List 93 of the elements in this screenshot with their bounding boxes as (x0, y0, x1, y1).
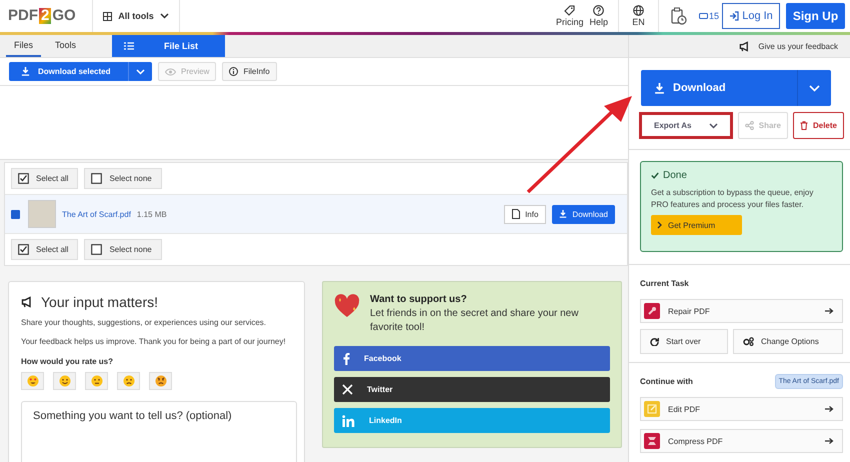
feedback-text: Your feedback helps us improve. Thank you for being a part of our journey! (21, 336, 287, 348)
message-field[interactable]: Something you want to tell us? (optional) (21, 401, 297, 462)
emoji-face-icon (58, 375, 70, 387)
download-icon (654, 82, 665, 94)
file-info-button[interactable]: FileInfo (222, 62, 277, 81)
linkedin-icon (342, 414, 355, 426)
help-link[interactable]: Help (589, 5, 608, 27)
gears-icon (743, 337, 754, 346)
heart-icon (334, 294, 360, 318)
wrench-icon (644, 303, 660, 319)
edit-icon (644, 401, 660, 417)
list-icon (124, 42, 134, 50)
download-icon (559, 210, 568, 218)
signup-button[interactable]: Sign Up (786, 3, 845, 29)
checked-box-icon (18, 244, 29, 255)
tab[interactable]: Tools (47, 35, 84, 57)
download-button[interactable]: Download (552, 204, 615, 224)
tag-icon (564, 5, 576, 16)
x-logo-icon (342, 384, 353, 395)
empty-box-icon (91, 173, 102, 184)
delete-button[interactable]: Delete (792, 112, 844, 139)
info-button[interactable]: Info (504, 204, 546, 224)
ticket-icon (698, 13, 708, 19)
share-icon (744, 121, 754, 130)
megaphone-icon (21, 296, 33, 308)
get-premium-button[interactable]: Get Premium (651, 215, 742, 235)
tab[interactable]: Files (6, 35, 42, 57)
arrow-right-icon (825, 307, 834, 315)
chevron-down-icon (160, 13, 169, 19)
compress-icon (644, 433, 660, 449)
emoji-face-icon (122, 375, 134, 387)
credits-counter: 15 (698, 0, 722, 32)
file-checkbox[interactable] (11, 210, 20, 218)
pricing-link[interactable]: Pricing (556, 5, 584, 27)
rating-button[interactable] (21, 372, 44, 390)
support-title: Want to support us? (370, 294, 468, 305)
eye-icon (165, 68, 176, 76)
chevron-down-icon (809, 84, 820, 92)
start-over-button[interactable]: Start over (640, 329, 728, 354)
feedback-title: Your input matters! (41, 294, 158, 310)
arrow-right-icon (825, 437, 834, 445)
megaphone-icon (739, 40, 750, 52)
chevron-down-icon (708, 122, 718, 128)
chevron-right-icon (657, 221, 662, 229)
export-as-dropdown[interactable]: Export As (639, 112, 733, 139)
checked-box-icon (18, 173, 29, 184)
compress-pdf-button[interactable]: Compress PDF (640, 429, 843, 453)
facebook-icon (342, 352, 350, 365)
select-none-button[interactable]: Select none (84, 239, 162, 260)
section-heading: Continue with (640, 376, 693, 386)
section-heading: Current Task (640, 278, 689, 288)
rating-label: How would you rate us? (21, 357, 114, 366)
file-thumbnail (28, 200, 56, 228)
chevron-down-icon (136, 68, 145, 74)
current-task-button[interactable]: Repair PDF (640, 299, 843, 323)
change-options-button[interactable]: Change Options (733, 329, 843, 354)
trash-icon (800, 121, 808, 130)
empty-box-icon (91, 244, 102, 255)
rating-button[interactable] (149, 372, 172, 390)
edit-pdf-button[interactable]: Edit PDF (640, 397, 843, 421)
document-icon (512, 209, 520, 219)
grid-icon (103, 12, 112, 20)
login-button[interactable]: Log In (722, 3, 780, 29)
clipboard-clock-icon (670, 7, 687, 25)
arrow-right-icon (825, 405, 834, 413)
file-name[interactable]: The Art of Scarf.pdf (62, 210, 131, 218)
redo-icon (650, 337, 659, 346)
help-icon (593, 5, 604, 16)
feedback-text: Share your thoughts, suggestions, or experiences using our services. (21, 317, 268, 329)
file-list-tab[interactable]: File List (112, 35, 226, 57)
emoji-face-icon (90, 375, 102, 387)
rating-button[interactable] (85, 372, 108, 390)
select-none-button[interactable]: Select none (84, 168, 162, 189)
twitter-share-button[interactable]: Twitter (334, 377, 610, 402)
download-button[interactable]: Download (641, 70, 831, 106)
file-size: 1.15 MB (136, 210, 167, 218)
support-text: Let friends in on the secret and share your new favorite tool! (370, 307, 580, 335)
rating-button[interactable] (117, 372, 140, 390)
rating-button[interactable] (53, 372, 76, 390)
globe-icon (632, 5, 644, 16)
status-title: Done (663, 170, 687, 181)
select-all-button[interactable]: Select all (11, 239, 78, 260)
download-icon (21, 67, 30, 76)
file-row[interactable]: The Art of Scarf.pdf 1.15 MB Info Download (5, 194, 627, 234)
status-text: Get a subscription to bypass the queue, enjoy PRO features and process your files faster. (651, 187, 814, 211)
info-icon (229, 67, 238, 76)
emoji-face-icon (154, 375, 166, 387)
download-selected-button[interactable]: Download selected (9, 62, 152, 81)
login-icon (729, 11, 740, 21)
emoji-face-icon (26, 375, 38, 387)
checkmark-icon (651, 172, 659, 179)
facebook-share-button[interactable]: Facebook (334, 346, 610, 371)
select-all-button[interactable]: Select all (11, 168, 78, 189)
